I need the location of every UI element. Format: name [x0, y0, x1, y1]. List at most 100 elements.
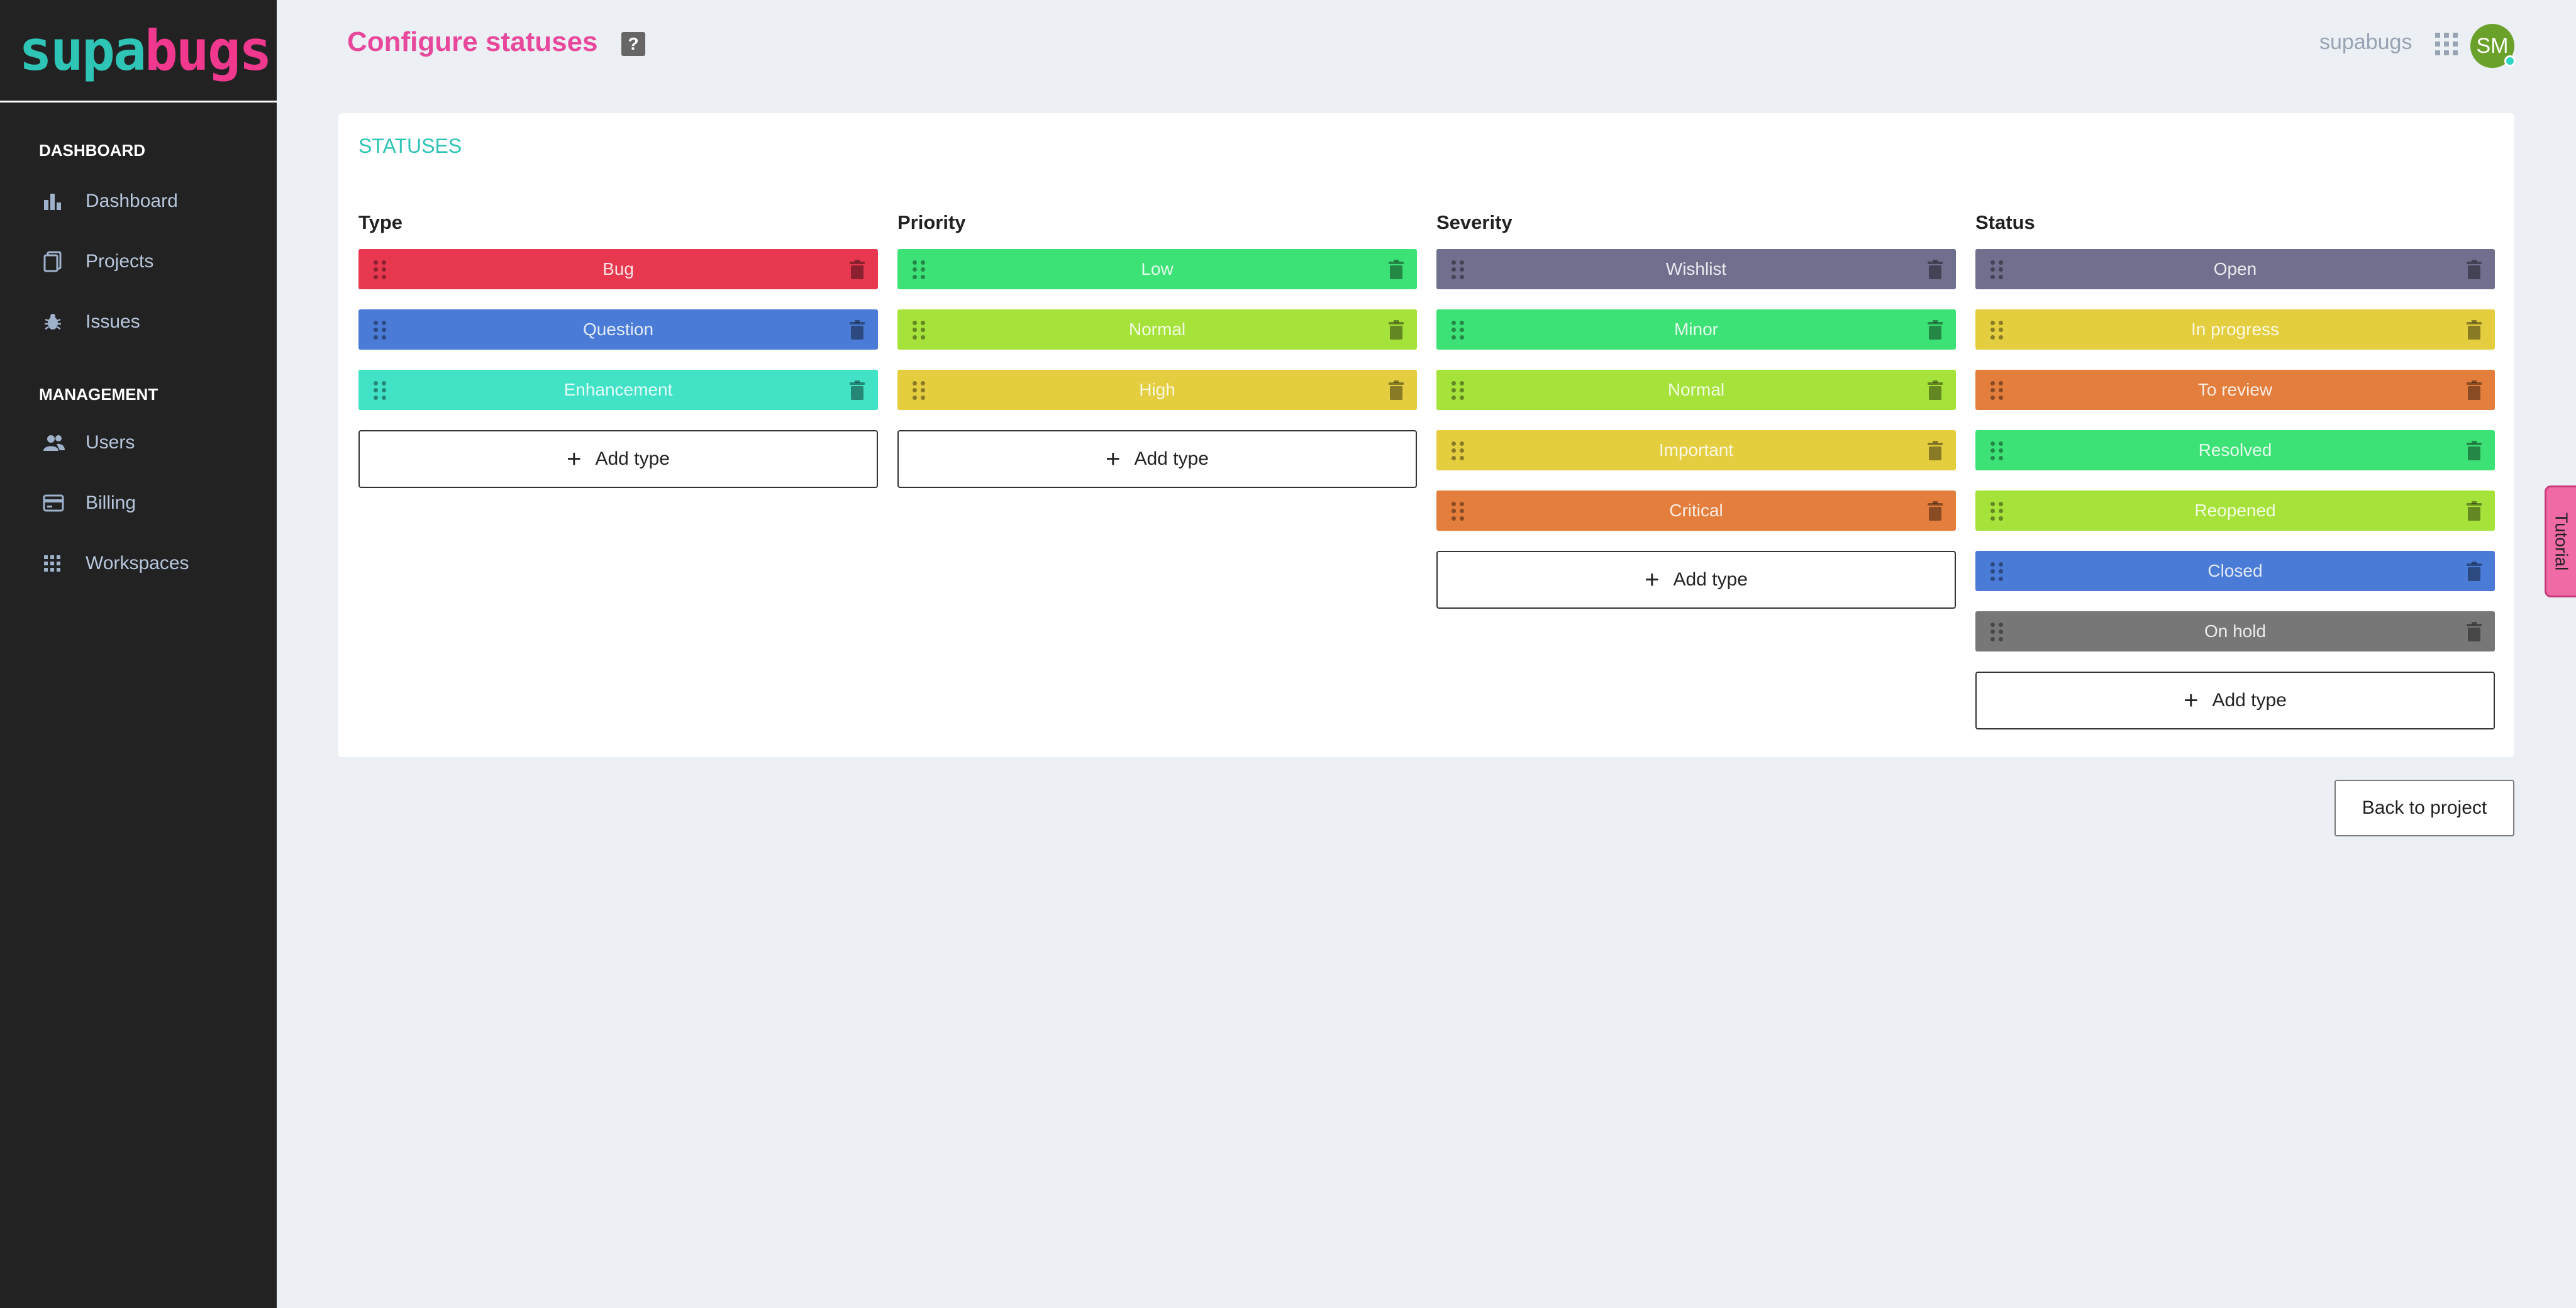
credit-card-icon	[43, 490, 73, 516]
sidebar-item-label: Projects	[86, 251, 154, 272]
sidebar-item-issues[interactable]: Issues	[39, 303, 253, 341]
status-label: Reopened	[2194, 501, 2276, 520]
status-pill[interactable]: Important	[1436, 430, 1956, 470]
back-to-project-button[interactable]: Back to project	[2334, 780, 2514, 836]
page-title: Configure statuses	[347, 26, 598, 57]
status-pill[interactable]: Enhancement	[358, 370, 878, 410]
trash-icon[interactable]	[1927, 380, 1943, 401]
trash-icon[interactable]	[2466, 622, 2482, 642]
status-label: Low	[1141, 259, 1174, 279]
drag-handle-icon[interactable]	[1990, 441, 2003, 460]
drag-handle-icon[interactable]	[374, 260, 386, 279]
status-pill[interactable]: Question	[358, 309, 878, 350]
sidebar-item-users[interactable]: Users	[39, 424, 253, 462]
add-type-button[interactable]: + Add type	[897, 430, 1417, 488]
drag-handle-icon[interactable]	[374, 321, 386, 340]
plus-icon: +	[1645, 566, 1660, 594]
trash-icon[interactable]	[1927, 320, 1943, 340]
drag-handle-icon[interactable]	[1990, 321, 2003, 340]
documents-icon	[43, 249, 73, 274]
trash-icon[interactable]	[2466, 501, 2482, 521]
add-type-label: Add type	[2212, 690, 2287, 711]
trash-icon[interactable]	[2466, 441, 2482, 461]
sidebar-item-projects[interactable]: Projects	[39, 243, 253, 280]
drag-handle-icon[interactable]	[1990, 623, 2003, 641]
sidebar-item-label: Dashboard	[86, 191, 178, 211]
sidebar-item-label: Issues	[86, 311, 140, 332]
drag-handle-icon[interactable]	[1452, 502, 1464, 521]
drag-handle-icon[interactable]	[1452, 441, 1464, 460]
sidebar-item-label: Billing	[86, 492, 136, 513]
drag-handle-icon[interactable]	[1990, 502, 2003, 521]
status-pill[interactable]: Low	[897, 249, 1417, 289]
status-pill[interactable]: Reopened	[1975, 490, 2495, 531]
trash-icon[interactable]	[1927, 501, 1943, 521]
add-type-button[interactable]: + Add type	[1975, 672, 2495, 729]
trash-icon[interactable]	[1388, 260, 1404, 280]
drag-handle-icon[interactable]	[1990, 381, 2003, 400]
drag-handle-icon[interactable]	[1990, 260, 2003, 279]
drag-handle-icon[interactable]	[1452, 260, 1464, 279]
add-type-label: Add type	[1134, 448, 1209, 469]
trash-icon[interactable]	[849, 380, 865, 401]
add-type-button[interactable]: + Add type	[1436, 551, 1956, 609]
trash-icon[interactable]	[1388, 320, 1404, 340]
users-icon	[43, 430, 73, 455]
nav-section-dashboard: DASHBOARD	[39, 141, 145, 160]
status-pill[interactable]: In progress	[1975, 309, 2495, 350]
sidebar-item-workspaces[interactable]: Workspaces	[39, 545, 253, 582]
status-pill[interactable]: Closed	[1975, 551, 2495, 591]
statuses-card: STATUSES Type Bug Question Enhancement + Add …	[338, 113, 2514, 757]
status-pill[interactable]: Normal	[1436, 370, 1956, 410]
apps-grid-icon[interactable]	[2435, 33, 2458, 55]
drag-handle-icon[interactable]	[1990, 562, 2003, 581]
trash-icon[interactable]	[2466, 380, 2482, 401]
column-title: Priority	[897, 211, 966, 233]
add-type-label: Add type	[1673, 569, 1748, 590]
logo-part-supa: supa	[19, 18, 147, 83]
status-pill[interactable]: Open	[1975, 249, 2495, 289]
supabugs-logo[interactable]: supa bugs	[19, 18, 272, 83]
status-pill[interactable]: High	[897, 370, 1417, 410]
trash-icon[interactable]	[1927, 260, 1943, 280]
status-pill[interactable]: Minor	[1436, 309, 1956, 350]
add-type-label: Add type	[595, 448, 670, 469]
drag-handle-icon[interactable]	[374, 381, 386, 400]
status-pill[interactable]: Critical	[1436, 490, 1956, 531]
trash-icon[interactable]	[2466, 562, 2482, 582]
trash-icon[interactable]	[1927, 441, 1943, 461]
status-pill[interactable]: Bug	[358, 249, 878, 289]
help-button[interactable]: ?	[621, 32, 645, 56]
status-pill[interactable]: To review	[1975, 370, 2495, 410]
drag-handle-icon[interactable]	[913, 381, 925, 400]
trash-icon[interactable]	[2466, 260, 2482, 280]
status-label: Normal	[1128, 319, 1186, 339]
online-status-dot	[2504, 55, 2516, 67]
trash-icon[interactable]	[849, 320, 865, 340]
sidebar-item-billing[interactable]: Billing	[39, 484, 253, 522]
trash-icon[interactable]	[2466, 320, 2482, 340]
status-label: To review	[2197, 380, 2273, 399]
sidebar-item-dashboard[interactable]: Dashboard	[39, 182, 253, 220]
status-label: Closed	[2207, 561, 2263, 580]
column-title: Status	[1975, 211, 2035, 233]
trash-icon[interactable]	[1388, 380, 1404, 401]
status-label: Enhancement	[564, 380, 673, 399]
status-label: High	[1139, 380, 1175, 399]
trash-icon[interactable]	[849, 260, 865, 280]
status-pill[interactable]: Resolved	[1975, 430, 2495, 470]
status-pill[interactable]: On hold	[1975, 611, 2495, 651]
drag-handle-icon[interactable]	[1452, 381, 1464, 400]
sidebar-item-label: Users	[86, 432, 135, 453]
workspace-name[interactable]: supabugs	[2319, 30, 2412, 55]
drag-handle-icon[interactable]	[1452, 321, 1464, 340]
drag-handle-icon[interactable]	[913, 260, 925, 279]
tutorial-tab[interactable]: Tutorial	[2545, 485, 2576, 597]
add-type-button[interactable]: + Add type	[358, 430, 878, 488]
status-pill[interactable]: Wishlist	[1436, 249, 1956, 289]
status-label: In progress	[2190, 319, 2280, 339]
status-pill[interactable]: Normal	[897, 309, 1417, 350]
plus-icon: +	[2184, 687, 2199, 714]
drag-handle-icon[interactable]	[913, 321, 925, 340]
status-label: Important	[1658, 440, 1734, 460]
